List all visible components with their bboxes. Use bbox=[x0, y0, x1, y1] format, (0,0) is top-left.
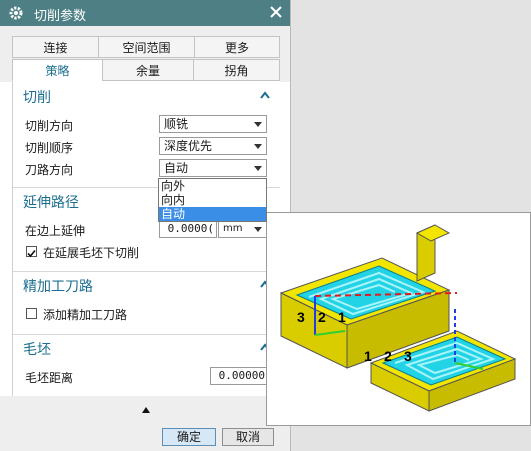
cut-parameters-dialog: 切削参数 连接 空间范围 更多 策略 余量 拐角 切削 切削方向 顺铣 切削顺序… bbox=[0, 0, 291, 451]
cut-direction-label: 切削方向 bbox=[25, 119, 74, 133]
preview-number: 2 bbox=[318, 309, 326, 325]
dropdown-option-selected[interactable]: 自动 bbox=[159, 207, 266, 221]
tab-strip: 连接 空间范围 更多 策略 余量 拐角 bbox=[0, 26, 290, 82]
cut-direction-select[interactable]: 顺铣 bbox=[159, 115, 267, 133]
chevron-up-icon[interactable] bbox=[260, 91, 270, 99]
extend-edge-input[interactable]: 0.0000( bbox=[159, 220, 217, 238]
preview-number: 1 bbox=[338, 309, 346, 325]
tab-space-range[interactable]: 空间范围 bbox=[98, 36, 195, 58]
dialog-title: 切削参数 bbox=[34, 9, 87, 24]
tab-corner[interactable]: 拐角 bbox=[193, 59, 280, 81]
extend-edge-label: 在边上延伸 bbox=[25, 224, 86, 238]
strategy-panel: 切削 切削方向 顺铣 切削顺序 深度优先 刀路方向 自动 延伸路径 在边上延伸 … bbox=[12, 81, 280, 396]
blank-distance-label: 毛坯距离 bbox=[25, 371, 74, 385]
section-title: 延伸路径 bbox=[23, 195, 79, 211]
dropdown-option[interactable]: 向外 bbox=[159, 179, 266, 193]
section-title: 精加工刀路 bbox=[23, 279, 93, 295]
title-bar: 切削参数 bbox=[0, 0, 290, 26]
unit-select[interactable]: mm bbox=[218, 220, 267, 238]
unit-value: mm bbox=[223, 223, 243, 234]
preview-number: 3 bbox=[297, 309, 305, 325]
cut-direction-value: 顺铣 bbox=[164, 117, 189, 131]
cancel-button[interactable]: 取消 bbox=[222, 428, 274, 446]
section-cut-header[interactable]: 切削 bbox=[13, 83, 280, 109]
toolpath-preview: 3 2 1 1 2 3 bbox=[266, 212, 531, 426]
chevron-down-icon bbox=[254, 122, 262, 127]
toolpath-direction-dropdown: 向外 向内 自动 bbox=[158, 178, 267, 222]
preview-number: 3 bbox=[404, 348, 412, 364]
toolpath-illustration: 3 2 1 1 2 3 bbox=[279, 224, 517, 412]
chevron-down-icon bbox=[254, 227, 262, 232]
tab-connect[interactable]: 连接 bbox=[12, 36, 99, 58]
chevron-down-icon bbox=[254, 166, 262, 171]
toolpath-direction-select[interactable]: 自动 bbox=[159, 159, 267, 177]
tab-strategy[interactable]: 策略 bbox=[12, 59, 103, 81]
close-icon[interactable] bbox=[268, 4, 284, 20]
cut-order-value: 深度优先 bbox=[164, 139, 213, 153]
dialog-footer: 确定 取消 bbox=[0, 396, 290, 451]
cut-order-select[interactable]: 深度优先 bbox=[159, 137, 267, 155]
section-title: 切削 bbox=[23, 90, 51, 106]
tab-stock[interactable]: 余量 bbox=[102, 59, 194, 81]
collapse-arrow-icon[interactable] bbox=[141, 406, 151, 414]
dropdown-option[interactable]: 向内 bbox=[159, 193, 266, 207]
section-blank-header[interactable]: 毛坯 bbox=[13, 334, 280, 361]
section-title: 毛坯 bbox=[23, 342, 51, 358]
check-icon bbox=[27, 249, 36, 258]
gear-icon bbox=[9, 6, 23, 20]
toolpath-direction-label: 刀路方向 bbox=[25, 163, 74, 177]
blank-distance-input[interactable]: 0.00000 bbox=[210, 367, 268, 385]
chevron-down-icon bbox=[254, 144, 262, 149]
ok-button[interactable]: 确定 bbox=[162, 428, 216, 446]
cut-under-extended-blank-checkbox[interactable] bbox=[26, 246, 37, 258]
preview-number: 1 bbox=[364, 348, 372, 364]
cut-order-label: 切削顺序 bbox=[25, 141, 74, 155]
add-finish-pass-checkbox[interactable] bbox=[26, 308, 37, 319]
add-finish-pass-label: 添加精加工刀路 bbox=[43, 308, 128, 322]
cut-under-extended-blank-label: 在延展毛坯下切削 bbox=[43, 246, 140, 260]
tab-more[interactable]: 更多 bbox=[194, 36, 280, 58]
section-finish-header[interactable]: 精加工刀路 bbox=[13, 271, 280, 298]
toolpath-direction-value: 自动 bbox=[164, 161, 189, 175]
preview-number: 2 bbox=[384, 348, 392, 364]
